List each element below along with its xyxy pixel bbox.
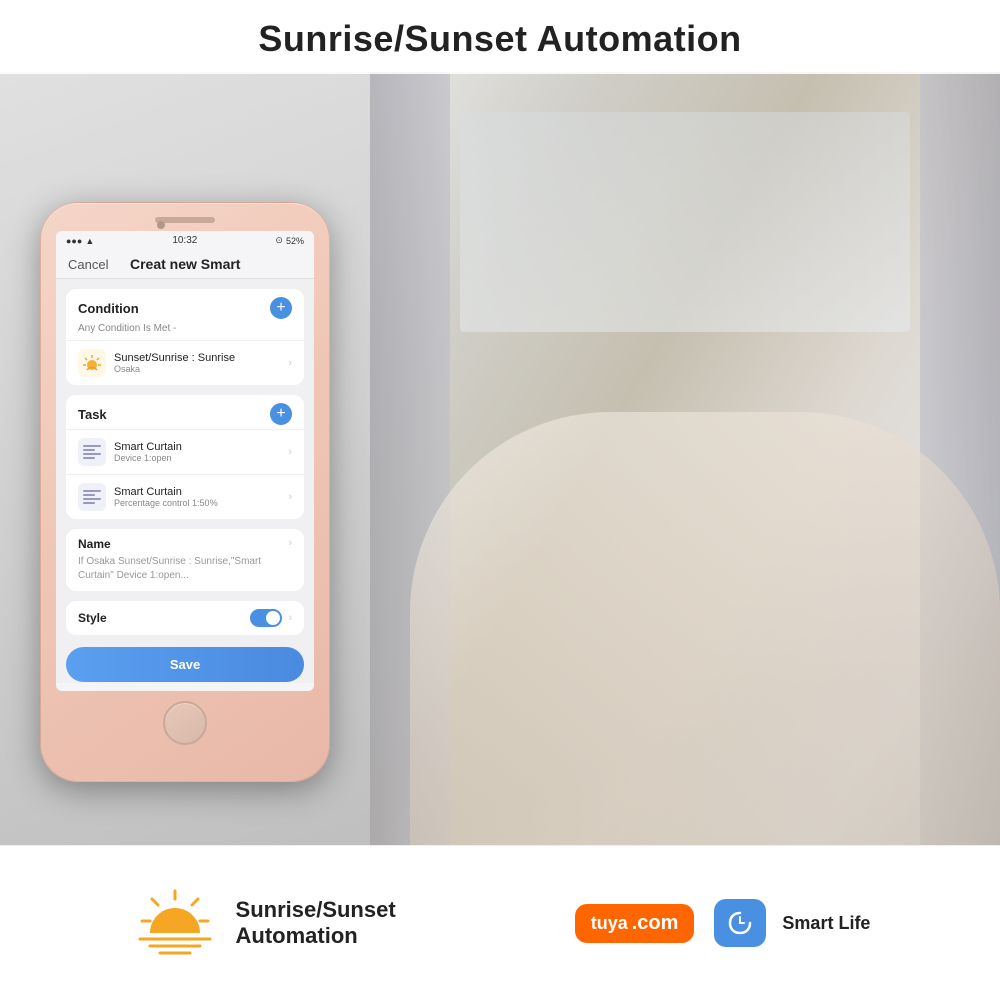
name-row: Name If Osaka Sunset/Sunrise : Sunrise,"…: [78, 537, 292, 583]
style-right: ›: [250, 609, 292, 627]
style-chevron-icon: ›: [288, 612, 292, 624]
task-item-1-main: Smart Curtain: [114, 441, 280, 453]
style-label: Style: [78, 611, 107, 625]
sunrise-condition-icon: [78, 349, 106, 377]
task-title: Task: [78, 407, 107, 422]
main-content: ●●● ▲ 10:32 ⊙ 52% Cancel Creat new Smart: [0, 72, 1000, 912]
condition-item-sub: Osaka: [114, 364, 280, 374]
battery-icon: ⊙: [275, 235, 283, 246]
condition-item-main: Sunset/Sunrise : Sunrise: [114, 352, 280, 364]
bottom-text-block: Sunrise/Sunset Automation: [236, 897, 396, 950]
name-chevron-icon: ›: [288, 537, 292, 549]
curtain-icon-1: [78, 438, 106, 466]
person-area: [410, 412, 1000, 912]
add-task-icon: +: [276, 406, 285, 422]
task-item-2-main: Smart Curtain: [114, 486, 280, 498]
condition-subtitle: Any Condition Is Met -: [66, 323, 304, 340]
task-item-2-text: Smart Curtain Percentage control 1:50%: [114, 486, 280, 508]
task-item-1-chevron: ›: [288, 446, 292, 458]
tuya-domain: .com: [632, 912, 679, 935]
add-task-button[interactable]: +: [270, 403, 292, 425]
status-bar: ●●● ▲ 10:32 ⊙ 52%: [56, 231, 314, 250]
phone-home-button[interactable]: [163, 701, 207, 745]
cancel-button[interactable]: Cancel: [68, 257, 108, 272]
status-bar-left: ●●● ▲: [66, 236, 94, 246]
curtain-icon-2: [78, 483, 106, 511]
task-card: Task +: [66, 395, 304, 519]
window-area: [460, 112, 910, 332]
screen-content: Condition + Any Condition Is Met -: [56, 279, 314, 683]
task-item-1[interactable]: Smart Curtain Device 1:open ›: [66, 429, 304, 474]
bedroom-image: [370, 72, 1000, 912]
phone-camera: [157, 221, 165, 229]
add-condition-button[interactable]: +: [270, 297, 292, 319]
condition-card: Condition + Any Condition Is Met -: [66, 289, 304, 385]
style-toggle[interactable]: [250, 609, 282, 627]
tuya-label: tuya: [591, 913, 628, 934]
phone-frame: ●●● ▲ 10:32 ⊙ 52% Cancel Creat new Smart: [40, 202, 330, 782]
bottom-text-line2: Automation: [236, 923, 396, 949]
task-item-1-text: Smart Curtain Device 1:open: [114, 441, 280, 463]
smartlife-icon: [724, 907, 756, 939]
bedroom-background: [370, 72, 1000, 912]
name-content: Name If Osaka Sunset/Sunrise : Sunrise,"…: [78, 537, 288, 583]
smartlife-container: Smart Life: [714, 899, 870, 947]
task-header: Task +: [66, 395, 304, 429]
add-condition-icon: +: [276, 300, 285, 316]
task-item-2-sub: Percentage control 1:50%: [114, 498, 280, 508]
page-header: Sunrise/Sunset Automation: [0, 0, 1000, 74]
battery-level: 52%: [286, 236, 304, 246]
sunrise-illustration: [130, 883, 220, 963]
sunrise-icon-container: [130, 878, 220, 968]
task-item-2[interactable]: Smart Curtain Percentage control 1:50% ›: [66, 474, 304, 519]
signal-strength: ●●●: [66, 236, 82, 246]
style-card[interactable]: Style ›: [66, 601, 304, 635]
bottom-section: Sunrise/Sunset Automation tuya .com Smar…: [0, 845, 1000, 1000]
phone-screen: ●●● ▲ 10:32 ⊙ 52% Cancel Creat new Smart: [56, 231, 314, 691]
toggle-thumb: [266, 611, 280, 625]
condition-chevron-icon: ›: [288, 357, 292, 369]
name-value: If Osaka Sunset/Sunrise : Sunrise,"Smart…: [78, 555, 288, 583]
save-button[interactable]: Save: [66, 647, 304, 682]
screen-title: Creat new Smart: [130, 256, 240, 272]
bottom-text-line1: Sunrise/Sunset: [236, 897, 396, 923]
page-title: Sunrise/Sunset Automation: [0, 18, 1000, 60]
bottom-left: Sunrise/Sunset Automation: [130, 878, 396, 968]
task-item-2-chevron: ›: [288, 491, 292, 503]
condition-title: Condition: [78, 301, 139, 316]
smartlife-badge: [714, 899, 766, 947]
wifi-icon: ▲: [85, 236, 94, 246]
status-time: 10:32: [172, 235, 197, 246]
task-item-1-sub: Device 1:open: [114, 453, 280, 463]
condition-item-text: Sunset/Sunrise : Sunrise Osaka: [114, 352, 280, 374]
smartlife-label: Smart Life: [782, 913, 870, 934]
status-bar-right: ⊙ 52%: [275, 235, 304, 246]
name-card[interactable]: Name If Osaka Sunset/Sunrise : Sunrise,"…: [66, 529, 304, 591]
nav-bar: Cancel Creat new Smart: [56, 250, 314, 279]
bottom-right: tuya .com Smart Life: [575, 899, 871, 947]
condition-item[interactable]: Sunset/Sunrise : Sunrise Osaka ›: [66, 340, 304, 385]
phone-mockup-container: ●●● ▲ 10:32 ⊙ 52% Cancel Creat new Smart: [0, 72, 370, 912]
condition-header: Condition +: [66, 289, 304, 323]
name-label: Name: [78, 537, 288, 551]
tuya-badge: tuya .com: [575, 904, 695, 943]
